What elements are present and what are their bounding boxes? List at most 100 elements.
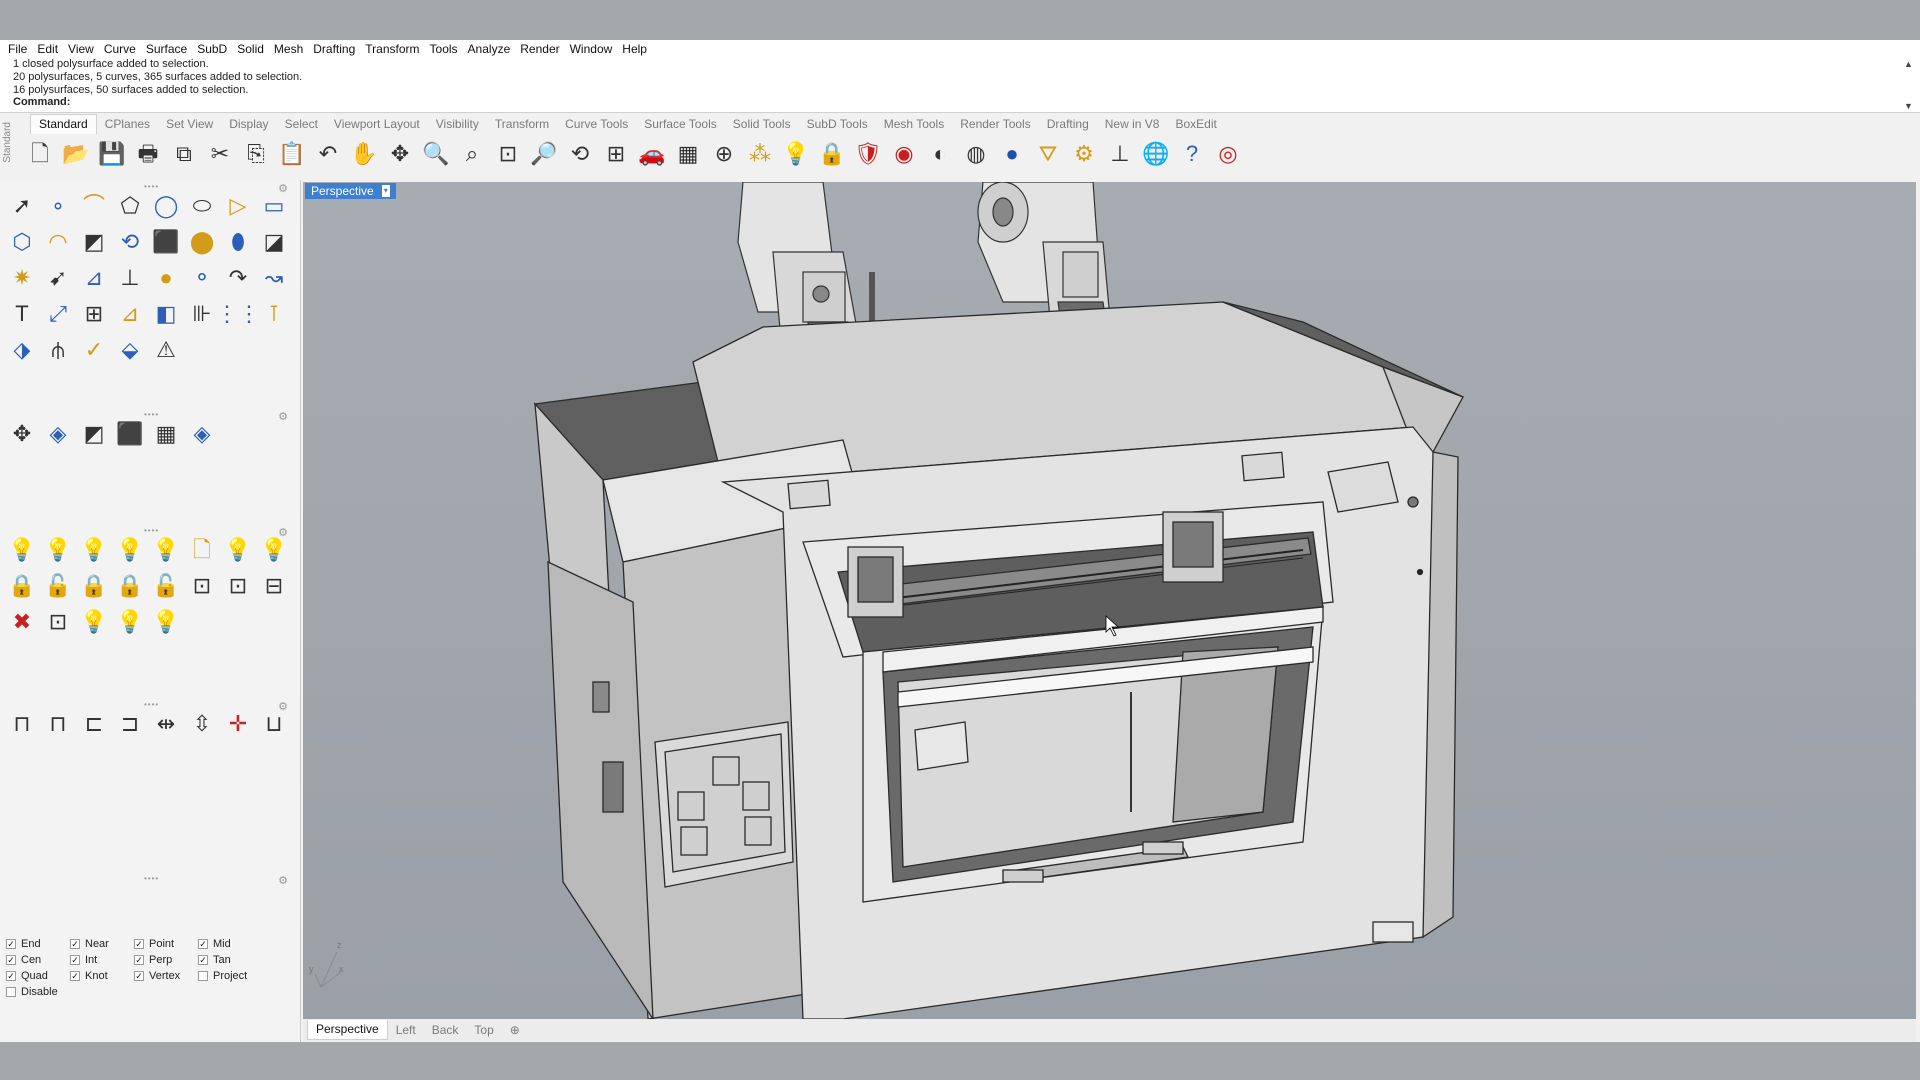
osnap-disable[interactable]: Disable xyxy=(6,986,70,998)
tool-icon[interactable]: ⬤ xyxy=(184,225,220,259)
dimension-icon[interactable]: ⊥ xyxy=(1102,137,1138,171)
light-tool-icon[interactable]: 💡 xyxy=(4,533,40,567)
light-tool-icon[interactable]: 🔒 xyxy=(112,569,148,603)
align-tool-icon[interactable]: ⊏ xyxy=(76,707,112,741)
scroll-up-icon[interactable]: ▲ xyxy=(1904,58,1916,71)
options-gear-icon[interactable]: ⚙ xyxy=(1066,137,1102,171)
osnap-perp[interactable]: ✓ Perp xyxy=(134,954,198,966)
light-tool-icon[interactable]: 🔓 xyxy=(148,569,184,603)
menu-surface[interactable]: Surface xyxy=(144,42,195,56)
tool-icon[interactable]: ▷ xyxy=(220,189,256,223)
osnap-quad[interactable]: ✓ Quad xyxy=(6,970,70,982)
light-tool-icon[interactable]: 🔒 xyxy=(76,569,112,603)
tool-icon[interactable]: ↝ xyxy=(256,261,292,295)
light-tool-icon[interactable]: ⊡ xyxy=(220,569,256,603)
points-icon[interactable]: ⁂ xyxy=(742,137,778,171)
perspective-viewport[interactable]: x y z Perspective ▾ xyxy=(303,182,1916,1019)
checkbox[interactable]: ✓ xyxy=(198,955,208,965)
viewport-tab-top[interactable]: Top xyxy=(466,1023,501,1037)
align-tool-icon[interactable]: ⊐ xyxy=(112,707,148,741)
viewport-tab-back[interactable]: Back xyxy=(424,1023,467,1037)
tool-icon[interactable]: ⚬ xyxy=(184,261,220,295)
view-tool-icon[interactable]: ⬛ xyxy=(112,417,148,451)
copy-icon[interactable]: ⎘ xyxy=(238,137,274,171)
osnap-point[interactable]: ✓ Point xyxy=(134,938,198,950)
light-tool-icon[interactable]: 💡 xyxy=(76,605,112,639)
tab-display[interactable]: Display xyxy=(221,117,276,131)
light-tool-icon[interactable]: 💡 xyxy=(112,533,148,567)
tab-transform[interactable]: Transform xyxy=(487,117,557,131)
material-icon[interactable]: 🛡 xyxy=(850,137,886,171)
menu-render[interactable]: Render xyxy=(518,42,567,56)
tab-render-tools[interactable]: Render Tools xyxy=(952,117,1039,131)
gear-icon[interactable]: ⚙ xyxy=(278,700,288,713)
viewport-tab-left[interactable]: Left xyxy=(388,1023,424,1037)
osnap-knot[interactable]: ✓ Knot xyxy=(70,970,134,982)
checkbox[interactable]: ✓ xyxy=(70,971,80,981)
light-icon[interactable]: 💡 xyxy=(778,137,814,171)
light-tool-icon[interactable]: 💡 xyxy=(148,533,184,567)
viewport-menu-chevron-icon[interactable]: ▾ xyxy=(381,185,390,197)
gear-icon[interactable]: ⚙ xyxy=(278,182,288,195)
tab-drafting[interactable]: Drafting xyxy=(1039,117,1097,131)
checkbox[interactable]: ✓ xyxy=(6,955,16,965)
tool-icon[interactable]: ⋮⋮ xyxy=(216,297,260,331)
zoom-window-icon[interactable]: ⌕ xyxy=(454,137,490,171)
export-icon[interactable]: ⧉ xyxy=(166,137,202,171)
tab-new-in-v8[interactable]: New in V8 xyxy=(1097,117,1168,131)
tab-surface-tools[interactable]: Surface Tools xyxy=(636,117,725,131)
tab-standard[interactable]: Standard xyxy=(30,114,97,134)
align-tool-icon[interactable]: ⊓ xyxy=(40,707,76,741)
checkbox[interactable]: ✓ xyxy=(134,955,144,965)
light-tool-icon[interactable]: 💡 xyxy=(40,533,76,567)
osnap-tan[interactable]: ✓ Tan xyxy=(198,954,262,966)
grid-icon[interactable]: ▦ xyxy=(670,137,706,171)
viewport-title[interactable]: Perspective xyxy=(311,183,374,199)
cut-icon[interactable]: ✂ xyxy=(202,137,238,171)
tab-boxedit[interactable]: BoxEdit xyxy=(1167,117,1224,131)
checkbox[interactable] xyxy=(198,971,208,981)
tool-icon[interactable]: ➹ xyxy=(40,261,76,295)
menu-analyze[interactable]: Analyze xyxy=(466,42,519,56)
tab-subd-tools[interactable]: SubD Tools xyxy=(799,117,876,131)
tool-icon[interactable]: ◩ xyxy=(76,225,112,259)
tool-icon[interactable]: ⊿ xyxy=(112,297,148,331)
menu-view[interactable]: View xyxy=(66,42,102,56)
tool-icon[interactable]: ⬛ xyxy=(148,225,184,259)
tab-visibility[interactable]: Visibility xyxy=(428,117,487,131)
tool-icon[interactable]: ⬡ xyxy=(4,225,40,259)
rotate-view-icon[interactable]: ✥ xyxy=(382,137,418,171)
checkbox[interactable]: ✓ xyxy=(134,971,144,981)
render-icon[interactable]: ● xyxy=(994,137,1030,171)
tool-icon[interactable]: ⬠ xyxy=(112,189,148,223)
scroll-down-icon[interactable]: ▼ xyxy=(1904,100,1916,113)
help-icon[interactable]: ? xyxy=(1174,137,1210,171)
checkbox[interactable]: ✓ xyxy=(134,939,144,949)
gear-icon[interactable]: ⚙ xyxy=(278,410,288,423)
car-icon[interactable]: 🚗 xyxy=(634,137,670,171)
paste-icon[interactable]: 📋 xyxy=(274,137,310,171)
lock-icon[interactable]: 🔒 xyxy=(814,137,850,171)
history-scrollbar[interactable]: ▲ ▼ xyxy=(1904,58,1916,113)
menu-help[interactable]: Help xyxy=(620,42,655,56)
menu-solid[interactable]: Solid xyxy=(235,42,272,56)
osnap-mid[interactable]: ✓ Mid xyxy=(198,938,262,950)
tool-icon[interactable]: ◧ xyxy=(148,297,184,331)
tool-icon[interactable]: ⟲ xyxy=(112,225,148,259)
tool-icon[interactable]: ✷ xyxy=(4,261,40,295)
globe-icon[interactable]: 🌐 xyxy=(1138,137,1174,171)
command-prompt[interactable]: Command: xyxy=(13,96,70,109)
align-tool-icon[interactable]: ⊓ xyxy=(4,707,40,741)
tool-icon[interactable]: ⤢ xyxy=(40,297,76,331)
light-tool-icon[interactable]: ⊡ xyxy=(40,605,76,639)
tool-icon[interactable]: ⬭ xyxy=(184,189,220,223)
open-icon[interactable]: 📂 xyxy=(58,137,94,171)
osnap-project[interactable]: Project xyxy=(198,970,262,982)
menu-drafting[interactable]: Drafting xyxy=(311,42,363,56)
checkbox[interactable]: ✓ xyxy=(6,939,16,949)
tool-icon[interactable]: ➚ xyxy=(4,189,40,223)
view-tool-icon[interactable]: ▦ xyxy=(148,417,184,451)
tool-icon[interactable]: T xyxy=(4,297,40,331)
light-tool-icon[interactable]: 💡 xyxy=(76,533,112,567)
view-tool-icon[interactable]: ◈ xyxy=(184,417,220,451)
